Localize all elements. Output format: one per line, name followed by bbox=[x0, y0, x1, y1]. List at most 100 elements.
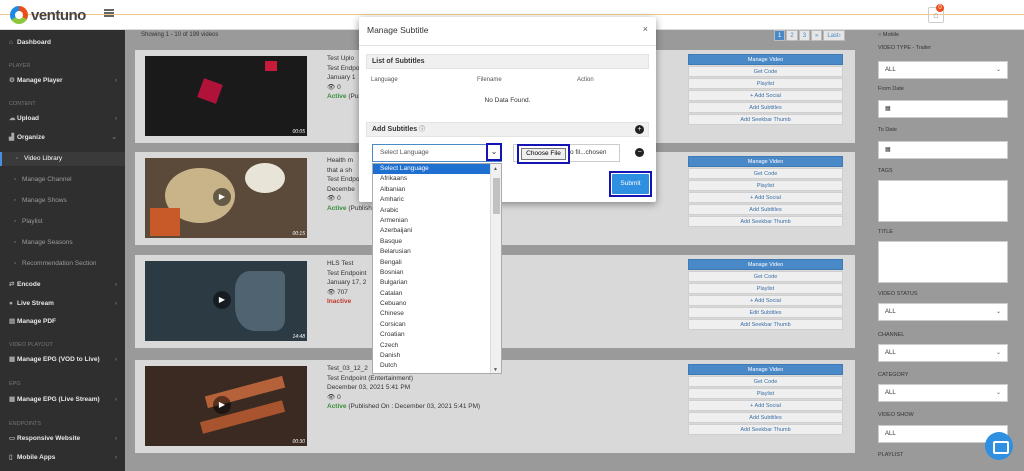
add-social-button[interactable]: + Add Social bbox=[688, 90, 843, 101]
playlist-button[interactable]: Playlist bbox=[688, 180, 843, 191]
language-option[interactable]: Chinese bbox=[373, 309, 501, 319]
menu-toggle-icon[interactable] bbox=[104, 9, 114, 17]
play-icon[interactable]: ▶ bbox=[213, 291, 231, 309]
play-icon[interactable]: ▶ bbox=[213, 396, 231, 414]
sidebar-item-mobile-apps[interactable]: ▯ Mobile Apps › bbox=[0, 451, 125, 465]
language-option[interactable]: Armenian bbox=[373, 216, 501, 226]
manage-video-button[interactable]: Manage Video bbox=[688, 156, 843, 167]
language-option[interactable]: Czech bbox=[373, 341, 501, 351]
category-select[interactable]: ALL ⌄ bbox=[878, 384, 1008, 402]
page-1[interactable]: 1 bbox=[774, 30, 786, 41]
title-input[interactable] bbox=[878, 241, 1008, 283]
brand-logo[interactable]: ventuno bbox=[10, 5, 86, 25]
chat-icon[interactable] bbox=[985, 432, 1013, 460]
language-option[interactable]: Dutch bbox=[373, 361, 501, 371]
dropdown-scrollbar[interactable]: ▲ ▼ bbox=[490, 164, 501, 373]
add-seekbar-thumb-button[interactable]: Add Seekbar Thumb bbox=[688, 424, 843, 435]
page-3[interactable]: 3 bbox=[798, 30, 811, 41]
submit-button[interactable]: Submit bbox=[612, 174, 649, 194]
language-option[interactable]: Albanian bbox=[373, 185, 501, 195]
remove-row-icon[interactable]: − bbox=[635, 148, 644, 157]
close-icon[interactable]: × bbox=[643, 24, 648, 34]
playlist-button[interactable]: Playlist bbox=[688, 283, 843, 294]
sidebar-item-responsive-website[interactable]: ▭ Responsive Website › bbox=[0, 432, 125, 446]
get-code-button[interactable]: Get Code bbox=[688, 66, 843, 77]
sidebar-item-manage-pdf[interactable]: ▤ Manage PDF bbox=[0, 315, 125, 329]
chevron-down-icon[interactable]: ⌄ bbox=[486, 143, 502, 161]
page-next[interactable]: » bbox=[811, 30, 823, 41]
video-thumbnail[interactable]: ▶ 00:15 bbox=[145, 158, 307, 238]
sidebar-item-manage-shows[interactable]: ◦ Manage Shows bbox=[0, 194, 125, 208]
playlist-button[interactable]: Playlist bbox=[688, 78, 843, 89]
language-option[interactable]: Select Language bbox=[373, 164, 501, 175]
manage-video-button[interactable]: Manage Video bbox=[688, 259, 843, 270]
add-row-icon[interactable]: + bbox=[635, 125, 644, 134]
language-option[interactable]: Croatian bbox=[373, 330, 501, 340]
sidebar-item-manage-player[interactable]: ⚙ Manage Player › bbox=[0, 74, 125, 88]
language-option[interactable]: Danish bbox=[373, 351, 501, 361]
language-option[interactable]: Belarusian bbox=[373, 247, 501, 257]
mobile-filter[interactable]: ○ Mobile bbox=[878, 32, 899, 38]
manage-video-button[interactable]: Manage Video bbox=[688, 54, 843, 65]
add-seekbar-thumb-button[interactable]: Add Seekbar Thumb bbox=[688, 216, 843, 227]
video-title[interactable]: HLS Test bbox=[327, 259, 366, 269]
video-type-select[interactable]: ALL ⌄ bbox=[878, 61, 1008, 79]
sidebar-item-playlist[interactable]: ◦ Playlist bbox=[0, 215, 125, 229]
language-option[interactable]: Afrikaans bbox=[373, 174, 501, 184]
video-thumbnail[interactable]: ▶ 14:48 bbox=[145, 261, 307, 341]
add-social-button[interactable]: + Add Social bbox=[688, 400, 843, 411]
sidebar-item-recommendation[interactable]: ◦ Recommendation Section bbox=[0, 257, 125, 271]
sidebar-item-dashboard[interactable]: ⌂ Dashboard bbox=[0, 36, 125, 50]
page-2[interactable]: 2 bbox=[786, 30, 798, 41]
sidebar-item-manage-channel[interactable]: ◦ Manage Channel bbox=[0, 173, 125, 187]
tags-input[interactable] bbox=[878, 180, 1008, 222]
play-icon[interactable]: ▶ bbox=[213, 188, 231, 206]
sidebar-item-epg-vod[interactable]: ▦ Manage EPG (VOD to Live) › bbox=[0, 353, 125, 367]
language-option[interactable]: Bosnian bbox=[373, 268, 501, 278]
add-social-button[interactable]: + Add Social bbox=[688, 192, 843, 203]
add-subtitles-button[interactable]: Add Subtitles bbox=[688, 412, 843, 423]
language-option[interactable]: Corsican bbox=[373, 320, 501, 330]
playlist-button[interactable]: Playlist bbox=[688, 388, 843, 399]
page-last[interactable]: Last› bbox=[823, 30, 845, 41]
sidebar-item-manage-seasons[interactable]: ◦ Manage Seasons bbox=[0, 236, 125, 250]
language-dropdown-list[interactable]: Select Language Afrikaans Albanian Amhar… bbox=[372, 163, 502, 374]
get-code-button[interactable]: Get Code bbox=[688, 271, 843, 282]
add-seekbar-thumb-button[interactable]: Add Seekbar Thumb bbox=[688, 114, 843, 125]
sidebar-item-encode[interactable]: ⇄ Encode › bbox=[0, 278, 125, 292]
to-date-input[interactable]: ▦ bbox=[878, 141, 1008, 159]
language-option[interactable]: Bengali bbox=[373, 258, 501, 268]
language-option[interactable]: Bulgarian bbox=[373, 278, 501, 288]
scroll-up-icon[interactable]: ▲ bbox=[493, 166, 498, 172]
scroll-down-icon[interactable]: ▼ bbox=[493, 367, 498, 373]
sidebar-item-epg-live[interactable]: ▦ Manage EPG (Live Stream) › bbox=[0, 393, 125, 407]
sidebar-item-upload[interactable]: ☁ Upload › bbox=[0, 112, 125, 126]
get-code-button[interactable]: Get Code bbox=[688, 168, 843, 179]
video-views: 👁 0 bbox=[327, 393, 341, 401]
language-option[interactable]: Amharic bbox=[373, 195, 501, 205]
video-thumbnail[interactable]: 00:05 bbox=[145, 56, 307, 136]
scrollbar-thumb[interactable] bbox=[493, 178, 500, 214]
add-social-button[interactable]: + Add Social bbox=[688, 295, 843, 306]
sidebar-item-organize[interactable]: ▟ Organize ⌄ bbox=[0, 131, 125, 145]
language-option[interactable]: Azerbaijani bbox=[373, 226, 501, 236]
sidebar-item-live-stream[interactable]: ● Live Stream › bbox=[0, 297, 125, 311]
add-subtitles-button[interactable]: Add Subtitles bbox=[688, 102, 843, 113]
manage-video-button[interactable]: Manage Video bbox=[688, 364, 843, 375]
language-option[interactable]: Cebuano bbox=[373, 299, 501, 309]
language-option[interactable]: Arabic bbox=[373, 206, 501, 216]
language-option[interactable]: Basque bbox=[373, 237, 501, 247]
language-select[interactable]: Select Language bbox=[372, 144, 502, 162]
video-thumbnail[interactable]: ▶ 00:30 bbox=[145, 366, 307, 446]
choose-file-button[interactable]: Choose File bbox=[517, 144, 570, 164]
add-subtitles-button[interactable]: Add Subtitles bbox=[688, 204, 843, 215]
channel-select[interactable]: ALL ⌄ bbox=[878, 344, 1008, 362]
add-seekbar-thumb-button[interactable]: Add Seekbar Thumb bbox=[688, 319, 843, 330]
column-language: Language bbox=[371, 77, 398, 83]
get-code-button[interactable]: Get Code bbox=[688, 376, 843, 387]
status-select[interactable]: ALL ⌄ bbox=[878, 303, 1008, 321]
sidebar-item-video-library[interactable]: ◦ Video Library bbox=[0, 152, 125, 166]
from-date-input[interactable]: ▦ bbox=[878, 100, 1008, 118]
language-option[interactable]: Catalan bbox=[373, 289, 501, 299]
edit-subtitles-button[interactable]: Edit Subtitles bbox=[688, 307, 843, 318]
